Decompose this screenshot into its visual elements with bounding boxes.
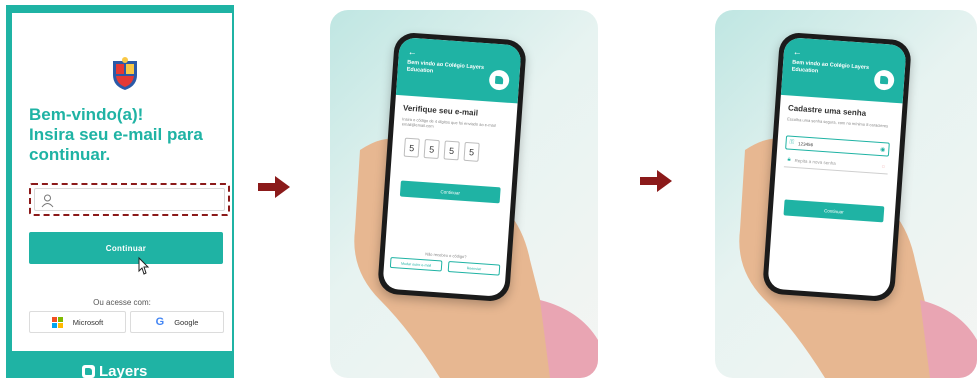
screen-header: ← Bem vindo ao Colégio Layers Education [780,37,907,104]
brand-name: Layers [99,363,148,378]
layers-icon [82,365,95,378]
eye-off-icon[interactable]: ◌ [881,164,885,170]
welcome-line-3: continuar. [29,145,111,164]
code-digit-input[interactable]: 5 [463,141,480,162]
layers-icon [488,69,510,91]
alt-login-label: Ou acesse com: [93,298,151,307]
login-panel: Bem-vindo(a)! Insira seu e-mail para con… [6,5,234,378]
verify-subtitle: Insira o código de 4 dígitos que foi env… [401,116,496,129]
screen-header: ← Bem vindo ao Colégio Layers Education [395,37,522,104]
google-login-button[interactable]: G Google [130,311,224,333]
email-input[interactable] [34,188,225,211]
lock-icon: 🔒︎ [787,156,791,163]
verify-continue-button[interactable]: Continuar [399,180,501,204]
password-screen: ← Bem vindo ao Colégio Layers Education … [767,37,907,297]
screen-welcome: Bem vindo ao Colégio Layers Education [791,59,870,75]
back-icon[interactable]: ← [408,47,418,58]
phone-device: ← Bem vindo ao Colégio Layers Education … [762,31,912,303]
code-inputs: 5 5 5 5 [403,137,480,162]
microsoft-icon [51,316,63,328]
email-highlight [29,183,230,216]
password-value: 123456 [797,140,814,147]
user-icon [41,194,54,208]
login-card: Bem-vindo(a)! Insira seu e-mail para con… [12,13,232,351]
password-continue-button[interactable]: Continuar [783,199,885,223]
code-digit-input[interactable]: 5 [403,137,420,158]
verify-title: Verifique seu e-mail [402,103,479,118]
layers-icon [873,69,895,91]
code-digit-input[interactable]: 5 [423,139,440,160]
eye-icon[interactable]: ◉ [880,145,886,152]
code-digit-input[interactable]: 5 [443,140,460,161]
google-label: Google [174,317,199,327]
screen-welcome: Bem vindo ao Colégio Layers Education [406,59,485,75]
microsoft-login-button[interactable]: Microsoft [29,311,126,333]
confirm-password-input[interactable]: 🔒︎ Repita a nova senha ◌ [783,153,889,175]
mouse-cursor-icon [138,256,150,275]
password-title: Cadastre uma senha [787,103,867,118]
layers-logo: Layers [82,363,147,378]
confirm-placeholder: Repita a nova senha [794,158,836,166]
phone-device: ← Bem vindo ao Colégio Layers Education … [377,31,527,303]
change-email-button[interactable]: Mudar outro e-mail [389,256,443,272]
verify-email-photo: ← Bem vindo ao Colégio Layers Education … [330,10,598,378]
microsoft-label: Microsoft [72,317,104,327]
google-icon: G [155,316,165,328]
resend-button[interactable]: Reenviar [447,260,501,276]
school-crest-icon [113,57,137,90]
key-icon: ⚿ [789,139,795,146]
password-subtitle: Escolha uma senha segura, com no mínimo … [787,116,889,129]
welcome-line-1: Bem-vindo(a)! [29,105,144,124]
arrow-right-icon [640,170,672,192]
verify-screen: ← Bem vindo ao Colégio Layers Education … [382,37,522,297]
arrow-right-icon [258,176,290,198]
onboarding-flow: Bem-vindo(a)! Insira seu e-mail para con… [0,0,977,378]
welcome-line-2: Insira seu e-mail para [29,125,203,144]
welcome-heading: Bem-vindo(a)! Insira seu e-mail para con… [29,105,234,165]
continue-button[interactable]: Continuar [29,232,223,264]
create-password-photo: ← Bem vindo ao Colégio Layers Education … [715,10,977,378]
password-input[interactable]: ⚿ 123456 ◉ [785,135,890,157]
back-icon[interactable]: ← [793,47,803,58]
